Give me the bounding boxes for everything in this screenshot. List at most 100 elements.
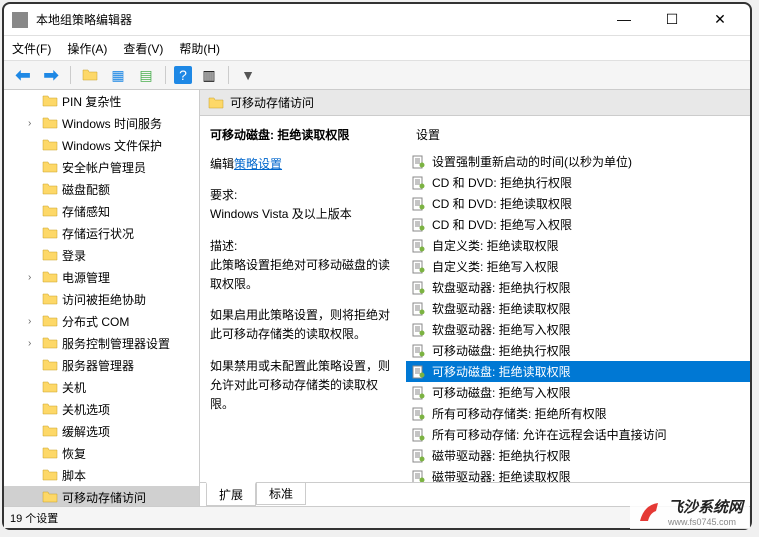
tree-item-label: 可移动存储访问	[62, 489, 146, 506]
policy-icon	[412, 281, 426, 295]
policy-item[interactable]: 自定义类: 拒绝读取权限	[406, 235, 750, 256]
tree-item[interactable]: 脚本	[4, 464, 199, 486]
back-button[interactable]: ⬅	[12, 64, 34, 86]
edit-policy-link[interactable]: 策略设置	[234, 157, 282, 171]
tree-item[interactable]: PIN 复杂性	[4, 90, 199, 112]
policy-title: 可移动磁盘: 拒绝读取权限	[210, 126, 396, 143]
up-icon[interactable]	[79, 64, 101, 86]
folder-icon	[42, 182, 58, 196]
policy-label: 磁带驱动器: 拒绝读取权限	[432, 468, 571, 482]
tree-item[interactable]: ›分布式 COM	[4, 310, 199, 332]
folder-icon	[42, 402, 58, 416]
policy-icon	[412, 407, 426, 421]
policy-item[interactable]: CD 和 DVD: 拒绝写入权限	[406, 214, 750, 235]
policy-label: 软盘驱动器: 拒绝执行权限	[432, 279, 571, 296]
policy-icon	[412, 218, 426, 232]
requirements-label: 要求:	[210, 186, 396, 205]
description-value: 此策略设置拒绝对可移动磁盘的读取权限。	[210, 256, 396, 294]
policy-item[interactable]: 可移动磁盘: 拒绝读取权限	[406, 361, 750, 382]
expand-icon[interactable]: ›	[28, 118, 40, 129]
help-icon[interactable]: ?	[174, 66, 192, 84]
policy-label: 可移动磁盘: 拒绝写入权限	[432, 384, 571, 401]
policy-item[interactable]: 设置强制重新启动的时间(以秒为单位)	[406, 151, 750, 172]
folder-icon	[42, 424, 58, 438]
column-header[interactable]: 设置	[406, 122, 750, 151]
tree-item[interactable]: ›Windows 时间服务	[4, 112, 199, 134]
tree-item[interactable]: 登录	[4, 244, 199, 266]
filter-icon[interactable]: ▼	[237, 64, 259, 86]
policy-icon	[412, 260, 426, 274]
tree-item[interactable]: 关机	[4, 376, 199, 398]
tree-item[interactable]: 缓解选项	[4, 420, 199, 442]
tree-item-label: Windows 文件保护	[62, 137, 162, 154]
description-p1: 如果启用此策略设置，则将拒绝对此可移动存储类的读取权限。	[210, 306, 396, 344]
refresh-icon[interactable]: ▥	[198, 64, 220, 86]
tree-item[interactable]: 关机选项	[4, 398, 199, 420]
policy-item[interactable]: 所有可移动存储: 允许在远程会话中直接访问	[406, 424, 750, 445]
policy-icon	[412, 239, 426, 253]
policy-item[interactable]: CD 和 DVD: 拒绝读取权限	[406, 193, 750, 214]
folder-icon	[42, 116, 58, 130]
menu-file[interactable]: 文件(F)	[12, 40, 51, 57]
menu-view[interactable]: 查看(V)	[123, 40, 163, 57]
policy-item[interactable]: 软盘驱动器: 拒绝写入权限	[406, 319, 750, 340]
forward-button[interactable]: ➡	[40, 64, 62, 86]
policy-item[interactable]: CD 和 DVD: 拒绝执行权限	[406, 172, 750, 193]
policy-label: 所有可移动存储类: 拒绝所有权限	[432, 405, 607, 422]
policy-item[interactable]: 可移动磁盘: 拒绝执行权限	[406, 340, 750, 361]
policy-label: 软盘驱动器: 拒绝读取权限	[432, 300, 571, 317]
folder-icon	[42, 226, 58, 240]
tree-item[interactable]: ›电源管理	[4, 266, 199, 288]
policy-label: 磁带驱动器: 拒绝执行权限	[432, 447, 571, 464]
tab-extended[interactable]: 扩展	[206, 482, 256, 506]
menu-action[interactable]: 操作(A)	[67, 40, 107, 57]
folder-icon	[42, 314, 58, 328]
show-hide-tree-icon[interactable]: ▦	[107, 64, 129, 86]
policy-item[interactable]: 可移动磁盘: 拒绝写入权限	[406, 382, 750, 403]
tree-item[interactable]: 恢复	[4, 442, 199, 464]
expand-icon[interactable]: ›	[28, 338, 40, 349]
tab-standard[interactable]: 标准	[256, 483, 306, 505]
folder-icon	[42, 94, 58, 108]
tree-item-label: 安全帐户管理员	[62, 159, 146, 176]
tree-item[interactable]: ›服务控制管理器设置	[4, 332, 199, 354]
close-button[interactable]: ✕	[706, 11, 734, 28]
tree-item[interactable]: 安全帐户管理员	[4, 156, 199, 178]
expand-icon[interactable]: ›	[28, 316, 40, 327]
tree-item[interactable]: 可移动存储访问	[4, 486, 199, 506]
header-title: 可移动存储访问	[230, 94, 314, 111]
tree-item[interactable]: Windows 文件保护	[4, 134, 199, 156]
policy-label: 自定义类: 拒绝写入权限	[432, 258, 559, 275]
expand-icon[interactable]: ›	[28, 272, 40, 283]
tree-item-label: 缓解选项	[62, 423, 110, 440]
minimize-button[interactable]: —	[610, 11, 638, 28]
tree-item[interactable]: 磁盘配额	[4, 178, 199, 200]
policy-icon	[412, 323, 426, 337]
policy-item[interactable]: 磁带驱动器: 拒绝读取权限	[406, 466, 750, 482]
tree-panel[interactable]: PIN 复杂性›Windows 时间服务 Windows 文件保护安全帐户管理员磁…	[4, 90, 200, 506]
policy-list[interactable]: 设置 设置强制重新启动的时间(以秒为单位)CD 和 DVD: 拒绝执行权限CD …	[406, 116, 750, 482]
menu-help[interactable]: 帮助(H)	[179, 40, 220, 57]
policy-item[interactable]: 自定义类: 拒绝写入权限	[406, 256, 750, 277]
tree-item[interactable]: 存储感知	[4, 200, 199, 222]
policy-item[interactable]: 磁带驱动器: 拒绝执行权限	[406, 445, 750, 466]
policy-icon	[412, 302, 426, 316]
policy-label: CD 和 DVD: 拒绝写入权限	[432, 216, 572, 233]
app-icon	[12, 12, 28, 28]
export-icon[interactable]: ▤	[135, 64, 157, 86]
tree-item-label: 关机选项	[62, 401, 110, 418]
tree-item[interactable]: 存储运行状况	[4, 222, 199, 244]
policy-icon	[412, 449, 426, 463]
description-label: 描述:	[210, 237, 396, 256]
policy-item[interactable]: 所有可移动存储类: 拒绝所有权限	[406, 403, 750, 424]
policy-item[interactable]: 软盘驱动器: 拒绝读取权限	[406, 298, 750, 319]
titlebar: 本地组策略编辑器 — ☐ ✕	[4, 4, 750, 36]
tree-item-label: 脚本	[62, 467, 86, 484]
maximize-button[interactable]: ☐	[658, 11, 686, 28]
tree-item[interactable]: 访问被拒绝协助	[4, 288, 199, 310]
tree-item[interactable]: 服务器管理器	[4, 354, 199, 376]
policy-item[interactable]: 软盘驱动器: 拒绝执行权限	[406, 277, 750, 298]
watermark-url: www.fs0745.com	[668, 517, 743, 527]
policy-icon	[412, 155, 426, 169]
folder-icon	[208, 96, 224, 110]
